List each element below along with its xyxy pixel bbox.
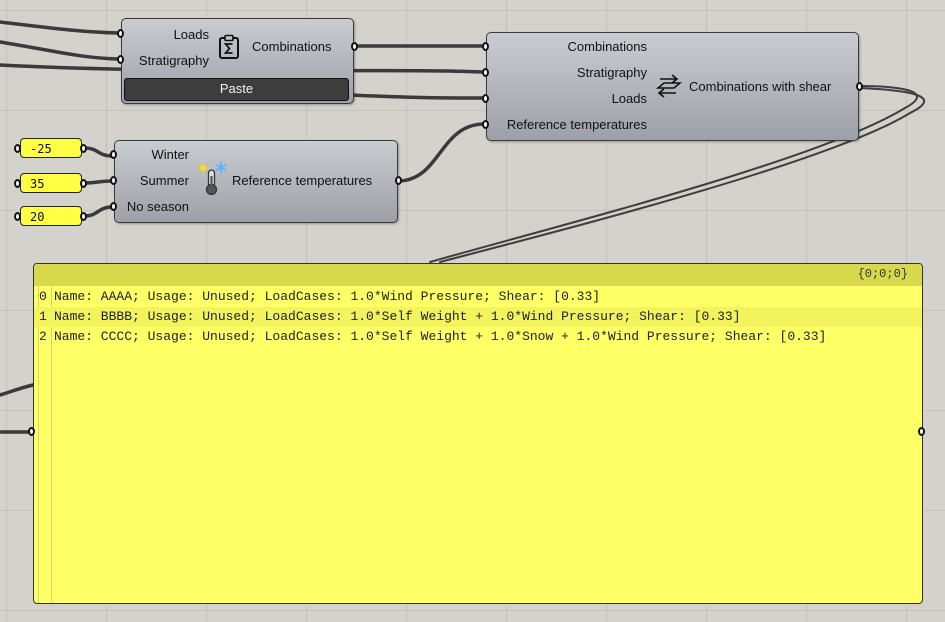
input-loads-label: Loads — [173, 27, 209, 42]
output-panel[interactable]: {0;0;0} 0 Name: AAAA; Usage: Unused; Loa… — [33, 263, 923, 604]
arrows-layers-icon — [653, 71, 683, 104]
number-input-winter-out-port[interactable] — [80, 144, 87, 153]
number-input-summer-in-port[interactable] — [14, 179, 21, 188]
input-reference-temperatures-port[interactable] — [482, 120, 489, 129]
thermometer-sun-snow-icon — [197, 161, 227, 202]
input-combinations-label: Combinations — [567, 39, 648, 54]
wire-35 — [83, 179, 114, 185]
wire-loads — [348, 93, 484, 100]
row-index: 2 — [39, 329, 47, 344]
wire-ref-temps — [396, 122, 486, 183]
input-loads-port[interactable] — [482, 94, 489, 103]
row-text: Name: CCCC; Usage: Unused; LoadCases: 1.… — [54, 329, 827, 344]
input-no-season-label: No season — [126, 199, 189, 214]
input-summer-label: Summer — [139, 173, 189, 188]
input-reference-temperatures-label: Reference temperatures — [506, 117, 647, 132]
combine-node[interactable]: Loads Stratigraphy Combinations Paste — [117, 18, 358, 104]
row-text: Name: BBBB; Usage: Unused; LoadCases: 1.… — [54, 309, 741, 324]
number-input-summer-out-port[interactable] — [80, 179, 87, 188]
number-input-no-season[interactable]: 20 — [20, 206, 82, 226]
row-index: 1 — [39, 309, 47, 324]
output-combinations-label: Combinations — [252, 39, 332, 54]
panel-output-port[interactable] — [918, 427, 925, 436]
paste-button[interactable]: Paste — [124, 78, 349, 101]
input-stratigraphy-label: Stratigraphy — [576, 65, 647, 80]
clipboard-sigma-icon — [217, 34, 241, 65]
input-stratigraphy-port[interactable] — [117, 55, 124, 64]
number-input-winter-in-port[interactable] — [14, 144, 21, 153]
combinations-with-shear-node[interactable]: Combinations Stratigraphy Loads Referenc… — [482, 32, 863, 141]
wire-into-loads — [0, 20, 120, 35]
output-reference-temperatures-label: Reference temperatures — [232, 173, 373, 188]
wire-panel-left-upper — [0, 383, 35, 397]
wire-minus25 — [83, 146, 114, 158]
row-index: 0 — [39, 289, 47, 304]
input-winter-port[interactable] — [110, 150, 117, 159]
panel-row[interactable]: 2 Name: CCCC; Usage: Unused; LoadCases: … — [34, 327, 922, 347]
input-summer-port[interactable] — [110, 176, 117, 185]
output-combinations-with-shear-port[interactable] — [856, 82, 863, 91]
input-loads-port[interactable] — [117, 29, 124, 38]
panel-row[interactable]: 1 Name: BBBB; Usage: Unused; LoadCases: … — [34, 307, 922, 327]
panel-input-port[interactable] — [28, 427, 35, 436]
output-combinations-port[interactable] — [351, 42, 358, 51]
number-input-summer[interactable]: 35 — [20, 173, 82, 193]
input-combinations-port[interactable] — [482, 42, 489, 51]
input-stratigraphy-label: Stratigraphy — [138, 53, 209, 68]
reference-temperatures-node[interactable]: Winter Summer No season Reference temper… — [110, 140, 402, 223]
number-input-no-season-in-port[interactable] — [14, 212, 21, 221]
number-input-no-season-out-port[interactable] — [80, 212, 87, 221]
row-text: Name: AAAA; Usage: Unused; LoadCases: 1.… — [54, 289, 601, 304]
panel-row[interactable]: 0 Name: AAAA; Usage: Unused; LoadCases: … — [34, 287, 922, 307]
wire-into-stratigraphy — [0, 40, 120, 61]
panel-header: {0;0;0} — [34, 264, 922, 286]
output-reference-temperatures-port[interactable] — [395, 176, 402, 185]
input-no-season-port[interactable] — [110, 202, 117, 211]
panel-data-path: {0;0;0} — [857, 267, 908, 281]
input-winter-label: Winter — [151, 147, 189, 162]
number-input-winter[interactable]: -25 — [20, 138, 82, 158]
input-stratigraphy-port[interactable] — [482, 68, 489, 77]
output-combinations-with-shear-label: Combinations with shear — [689, 79, 832, 94]
wire-20 — [83, 205, 114, 218]
input-loads-label: Loads — [611, 91, 647, 106]
